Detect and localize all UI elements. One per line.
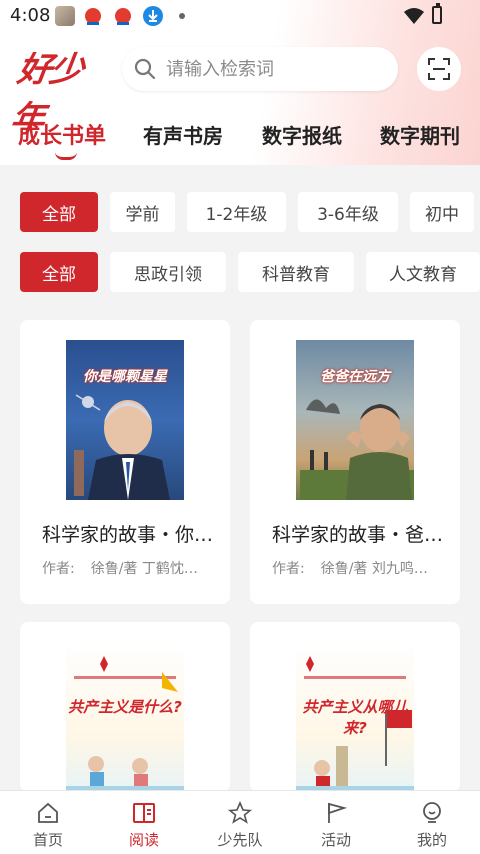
notification-avatar-icon [55, 6, 75, 26]
topic-filter-all[interactable]: 全部 [20, 252, 98, 292]
topic-filter-ideology[interactable]: 思政引领 [110, 252, 226, 292]
search-bar[interactable] [122, 47, 398, 91]
book-cover-illustration [300, 399, 414, 500]
book-author: 作者: 徐鲁/著 刘九鸣… [272, 558, 448, 578]
notification-app-icon [83, 6, 103, 26]
author-label: 作者: [42, 561, 75, 577]
book-author: 作者: 徐鲁/著 丁鹤忱… [42, 558, 218, 578]
book-cover: 共产主义从哪儿来? [296, 646, 414, 792]
nav-reading[interactable]: 阅读 [96, 791, 192, 854]
grade-filter-3-6[interactable]: 3-6年级 [298, 192, 398, 232]
grade-filter-junior-high[interactable]: 初中 [410, 192, 474, 232]
star-icon [228, 801, 252, 824]
battery-icon [432, 3, 442, 24]
book-cover: 你是哪颗星星 [66, 340, 184, 500]
nav-mine-label: 我的 [416, 831, 447, 849]
book-title: 科学家的故事・爸… [272, 524, 444, 546]
download-icon [143, 6, 163, 26]
nav-activities-label: 活动 [320, 831, 351, 849]
search-input[interactable] [166, 47, 386, 91]
filter-area: 全部 学前 1-2年级 3-6年级 初中 全部 思政引领 科普教育 人文教育 [0, 165, 480, 305]
topic-filter-science[interactable]: 科普教育 [238, 252, 354, 292]
more-notifications-dot-icon [179, 13, 185, 19]
book-cover-illustration [66, 656, 184, 792]
tab-digital-newspaper[interactable]: 数字报纸 [262, 120, 342, 149]
active-tab-indicator [55, 152, 77, 160]
wifi-icon [404, 8, 424, 24]
grade-filter-preschool[interactable]: 学前 [110, 192, 175, 232]
nav-young-pioneers[interactable]: 少先队 [192, 791, 288, 854]
book-card[interactable]: 你是哪颗星星 科学家的故事・你… 作者: 徐鲁/著 丁鹤忱… [20, 320, 230, 604]
scan-icon [428, 58, 450, 80]
book-cover-title: 共产主义是什么? [68, 698, 182, 716]
search-icon [134, 58, 156, 80]
nav-home-label: 首页 [32, 831, 63, 849]
nav-activities[interactable]: 活动 [288, 791, 384, 854]
book-cover: 爸爸在远方 [296, 340, 414, 500]
user-icon [423, 802, 441, 823]
nav-reading-label: 阅读 [128, 831, 159, 849]
grade-filter-all[interactable]: 全部 [20, 192, 98, 232]
app-logo: 好少年 [8, 50, 85, 139]
topic-filter-humanities[interactable]: 人文教育 [366, 252, 480, 292]
status-bar: 4:08 [0, 0, 480, 32]
book-cover-title: 共产主义从哪儿来? [302, 698, 408, 737]
book-cover: 共产主义是什么? [66, 646, 184, 792]
nav-young-pioneers-label: 少先队 [217, 831, 263, 849]
grade-filter-1-2[interactable]: 1-2年级 [187, 192, 286, 232]
nav-home[interactable]: 首页 [0, 791, 96, 854]
notification-app-icon [113, 6, 133, 26]
author-label: 作者: [272, 561, 305, 577]
author-names: 徐鲁/著 丁鹤忱… [90, 561, 198, 577]
scan-button[interactable] [417, 47, 461, 91]
tab-digital-journals[interactable]: 数字期刊 [380, 120, 460, 149]
home-icon [38, 802, 58, 823]
book-title: 科学家的故事・你… [42, 524, 214, 546]
nav-mine[interactable]: 我的 [384, 791, 480, 854]
book-cover-title: 爸爸在远方 [320, 369, 390, 385]
book-cover-illustration [74, 394, 170, 500]
tab-audio-books[interactable]: 有声书房 [143, 120, 223, 149]
tab-growth-booklist[interactable]: 成长书单 [18, 118, 106, 150]
status-time: 4:08 [10, 5, 51, 26]
book-card[interactable]: 共产主义从哪儿来? [250, 622, 460, 792]
book-card[interactable]: 爸爸在远方 科学家的故事・爸… 作者: 徐鲁/著 刘九鸣… [250, 320, 460, 604]
book-cover-title: 你是哪颗星星 [83, 369, 167, 385]
book-card[interactable]: 共产主义是什么? [20, 622, 230, 792]
category-tabs: 成长书单 有声书房 数字报纸 数字期刊 [0, 112, 480, 164]
author-names: 徐鲁/著 刘九鸣… [320, 561, 428, 577]
bottom-navigation: 首页 阅读 少先队 活动 我的 [0, 790, 480, 854]
top-header-area: 4:08 好少年 成长书单 有声书房 数字报纸 [0, 0, 480, 165]
book-icon [133, 803, 155, 823]
flag-icon [328, 802, 348, 823]
